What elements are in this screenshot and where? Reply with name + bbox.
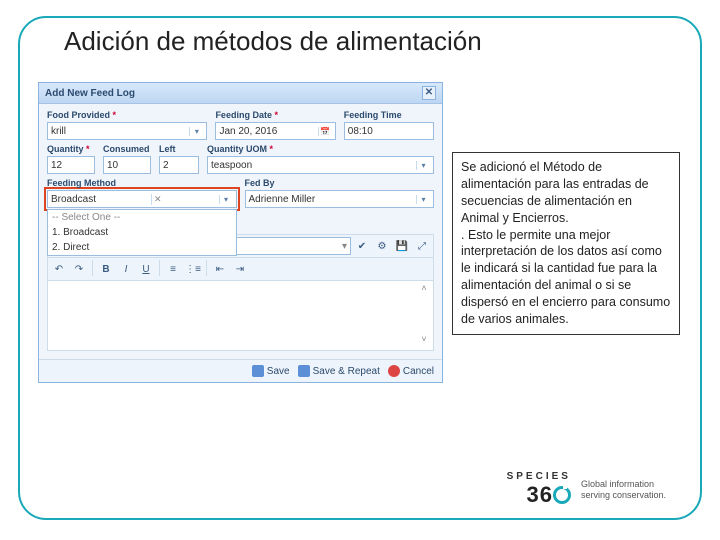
calendar-icon[interactable]: 📅 [318,127,332,136]
toolbar-separator [206,260,207,276]
dialog-header: Add New Feed Log ✕ [39,83,442,104]
consumed-input[interactable] [103,156,151,174]
feeding-method-input[interactable]: Broadcast ✕ ▾ -- Select One -- 1. Broadc… [47,190,237,208]
feeding-time-label: Feeding Time [344,110,434,120]
dropdown-option-direct[interactable]: 2. Direct [48,240,236,255]
settings-button[interactable]: ⚙ [373,237,391,255]
brand-logo: SPECIES 36 [507,471,571,508]
required-mark: * [113,110,117,120]
feeding-method-dropdown: -- Select One -- 1. Broadcast 2. Direct [47,209,237,256]
clear-icon[interactable]: ✕ [151,194,163,205]
quantity-label: Quantity * [47,144,95,154]
info-panel: Se adicionó el Método de alimentación pa… [452,152,680,335]
chevron-down-icon[interactable]: ▾ [189,127,203,136]
brand-o-icon [553,486,571,504]
quantity-uom-label: Quantity UOM * [207,144,434,154]
feeding-method-highlight: Broadcast ✕ ▾ -- Select One -- 1. Broadc… [44,187,240,211]
chevron-down-icon[interactable]: ▾ [219,195,233,204]
feeding-time-input[interactable] [344,122,434,140]
feeding-date-input[interactable]: Jan 20, 2016 📅 [215,122,335,140]
save-button[interactable]: Save [252,365,290,377]
info-text: Se adicionó el Método de alimentación pa… [461,160,670,326]
indent-button[interactable]: ⇥ [231,260,249,278]
redo-button[interactable]: ↷ [70,260,88,278]
dropdown-option-broadcast[interactable]: 1. Broadcast [48,225,236,240]
fed-by-label: Fed By [245,178,435,188]
brand-footer: SPECIES 36 Global information serving co… [507,471,666,508]
spellcheck-button[interactable]: ✔ [353,237,371,255]
quantity-input[interactable] [47,156,95,174]
fed-by-input[interactable]: Adrienne Miller ▾ [245,190,435,208]
cancel-icon [388,365,400,377]
slide-title: Adición de métodos de alimentación [58,26,488,57]
save-note-button[interactable]: 💾 [393,237,411,255]
dialog-body: Food Provided * krill ▾ Feeding Date * J… [39,104,442,359]
save-icon [298,365,310,377]
scroll-up-icon[interactable]: ˄ [417,283,431,297]
undo-button[interactable]: ↶ [50,260,68,278]
dropdown-option-placeholder[interactable]: -- Select One -- [48,210,236,225]
brand-name-top: SPECIES [507,471,571,482]
toolbar-separator [92,260,93,276]
dialog-title: Add New Feed Log [45,88,135,99]
left-input[interactable] [159,156,199,174]
quantity-uom-input[interactable]: teaspoon ▾ [207,156,434,174]
outdent-button[interactable]: ⇤ [211,260,229,278]
ordered-list-button[interactable]: ≡ [164,260,182,278]
expand-button[interactable]: ⤢ [413,237,431,255]
scroll-down-icon[interactable]: ˅ [417,334,431,348]
consumed-label: Consumed [103,144,151,154]
food-provided-label: Food Provided * [47,110,207,120]
add-feed-log-dialog: Add New Feed Log ✕ Food Provided * krill… [38,82,443,383]
bold-button[interactable]: B [97,260,115,278]
save-repeat-button[interactable]: Save & Repeat [298,365,380,377]
note-textarea[interactable]: ˄ ˅ [47,281,434,351]
brand-number: 36 [507,482,571,508]
unordered-list-button[interactable]: ⋮≡ [184,260,202,278]
cancel-button[interactable]: Cancel [388,365,434,377]
food-provided-input[interactable]: krill ▾ [47,122,207,140]
feeding-date-label: Feeding Date * [215,110,335,120]
chevron-down-icon[interactable]: ▾ [416,195,430,204]
note-toolbar-row2: ↶ ↷ B I U ≡ ⋮≡ ⇤ ⇥ [47,258,434,281]
left-label: Left [159,144,199,154]
close-icon[interactable]: ✕ [422,86,436,100]
italic-button[interactable]: I [117,260,135,278]
chevron-down-icon: ▾ [342,241,347,252]
toolbar-separator [159,260,160,276]
chevron-down-icon[interactable]: ▾ [416,161,430,170]
brand-tagline: Global information serving conservation. [581,479,666,501]
underline-button[interactable]: U [137,260,155,278]
save-icon [252,365,264,377]
dialog-footer: Save Save & Repeat Cancel [39,359,442,382]
